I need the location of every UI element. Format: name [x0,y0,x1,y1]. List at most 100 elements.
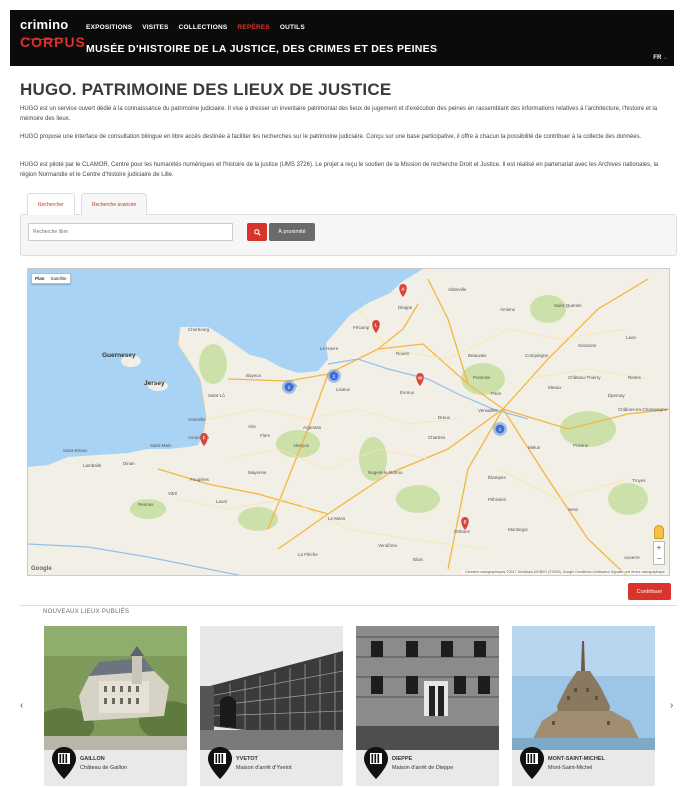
search-tabs: Rechercher Recherche avancée [27,193,148,215]
map-pin-icon [364,747,388,779]
map-label-saint-lo: Saint-Lô [208,393,225,398]
map-label-vitre: Vitré [168,491,178,496]
nav-reperes[interactable]: REPÈRES [237,24,269,31]
map-cluster-1[interactable]: 2 [327,369,341,383]
place-card-dieppe[interactable]: DIEPPE Maison d'arrêt de Dieppe [356,626,499,786]
map-label-chalons: Châlons-en-Champagne [618,407,668,412]
map-label-mayenne: Mayenne [248,470,267,475]
intro-paragraph-1: HUGO est un service ouvert dédié à la co… [20,106,658,122]
section-divider [20,605,677,606]
marker-label-l: L [375,323,378,328]
place-card-gaillon[interactable]: GAILLON Château de Gaillon [44,626,187,786]
tab-advanced-search[interactable]: Recherche avancée [80,193,148,215]
map-label-argentan: Argentan [303,425,322,430]
map-label-lamballe: Lamballe [83,463,102,468]
map-label-paris: Paris [491,391,502,396]
map-label-cherbourg: Cherbourg [188,327,210,332]
contribute-button[interactable]: Contribuer [628,583,671,600]
place-photo-yvetot[interactable] [200,626,343,750]
place-subtitle: Mont-Saint-Michel [548,765,593,771]
zoom-in-button[interactable]: + [654,542,664,553]
language-label: FR [653,55,662,61]
map-canvas[interactable]: Guernesey Jersey Le Havre Caen Rouen Ami… [28,269,670,576]
map-cluster-3[interactable]: 2 [493,422,507,436]
map-type-plan[interactable]: Plan [32,274,48,283]
proximity-button[interactable]: À proximité [269,223,315,241]
place-photo-mont-saint-michel[interactable] [512,626,655,750]
recent-places-heading: NOUVEAUX LIEUX PUBLIÉS [43,609,130,615]
place-card-mont-saint-michel[interactable]: MONT-SAINT-MICHEL Mont-Saint-Michel [512,626,655,786]
map-label-chartres: Chartres [428,435,446,440]
nav-expositions[interactable]: EXPOSITIONS [86,24,132,31]
map-label-laon: Laon [626,335,637,340]
map-label-fecamp: Fécamp [353,325,370,330]
map-pin-icon [520,747,544,779]
place-subtitle: Château de Gaillon [80,765,128,771]
place-photo-gaillon[interactable] [44,626,187,750]
map-label-alencon: Alençon [293,443,310,448]
nav-visites[interactable]: VISITES [142,24,168,31]
map-label-saint-malo: Saint-Malo [150,443,172,448]
carousel-next-button[interactable]: › [670,700,673,711]
map-label-soissons: Soissons [578,343,597,348]
map-label-chateau-thierry: Château-Thierry [568,375,601,380]
map-label-auxerre: Auxerre [624,555,640,560]
carousel-prev-button[interactable]: ‹ [20,700,23,711]
map-label-sens: Sens [568,507,579,512]
map-type-satellite[interactable]: Satellite [48,274,70,283]
map-label-troyes: Troyes [632,478,646,483]
map-type-control: Plan Satellite [31,273,71,284]
place-name: MONT-SAINT-MICHEL [548,756,605,762]
place-name: GAILLON [80,756,105,762]
map-label-bayeux: Bayeux [246,373,262,378]
marker-label-e: E [464,520,467,525]
map-label-dieppe: Dieppe [398,305,413,310]
map-cluster-2[interactable]: 2 [282,380,296,394]
zoom-out-button[interactable]: − [654,553,664,564]
place-name: YVETOT [236,756,258,762]
map-label-le-mans: Le Mans [328,516,346,521]
tab-search[interactable]: Rechercher [27,193,75,215]
map-label-vire: Vire [248,424,256,429]
language-selector[interactable]: FR ⌄ [653,54,668,61]
map-label-blois: Blois [413,557,424,562]
map-label-rennes: Rennes [138,502,154,507]
map-label-abbeville: Abbeville [448,287,467,292]
map-label-saint-quentin: Saint-Quentin [554,303,582,308]
site-logo[interactable]: crimino CORPUS [20,17,85,60]
map-label-rouen: Rouen [396,351,410,356]
place-photo-dieppe[interactable] [356,626,499,750]
map-label-reims: Reims [628,375,642,380]
map-label-epernay: Épernay [608,392,626,398]
map-label-beauvais: Beauvais [468,353,487,358]
map-label-fougeres: Fougères [190,477,210,482]
map-label-compiegne: Compiègne [525,353,549,358]
search-icon [253,228,261,236]
street-view-pegman-icon[interactable] [654,525,664,539]
map-label-orleans: Orléans [454,529,471,534]
nav-collections[interactable]: COLLECTIONS [179,24,228,31]
map-label-saint-brieuc: Saint-Brieuc [63,448,88,453]
chevron-down-icon: ⌄ [662,55,668,61]
place-subtitle: Maison d'arrêt d'Yvetot [236,765,292,771]
search-input[interactable] [28,223,233,241]
map-label-vendome: Vendôme [378,543,398,548]
nav-outils[interactable]: OUTILS [280,24,305,31]
map-label-melun: Melun [528,445,541,450]
main-nav: EXPOSITIONS VISITES COLLECTIONS REPÈRES … [86,24,305,31]
place-card-yvetot[interactable]: YVETOT Maison d'arrêt d'Yvetot [200,626,343,786]
map-pin-icon [208,747,232,779]
zoom-control: + − [653,541,665,565]
site-title: MUSÉE D'HISTOIRE DE LA JUSTICE, DES CRIM… [86,43,438,55]
map-label-nogent: Nogent-le-Rotrou [368,470,403,475]
logo-line-1: crimino [20,17,69,32]
map-label-versailles: Versailles [478,408,498,413]
map-label-dinan: Dinan [123,461,135,466]
search-button[interactable] [247,223,267,241]
map-attribution[interactable]: Données cartographiques ©2017 GeoBasis-D… [463,570,667,574]
map-label-evreux: Évreux [400,389,415,395]
marker-label-f: F [203,436,206,441]
intro-paragraph-3: HUGO est piloté par le CLAMOR, Centre po… [20,162,659,178]
map-label-montargis: Montargis [508,527,529,532]
map-view[interactable]: Guernesey Jersey Le Havre Caen Rouen Ami… [27,268,670,576]
